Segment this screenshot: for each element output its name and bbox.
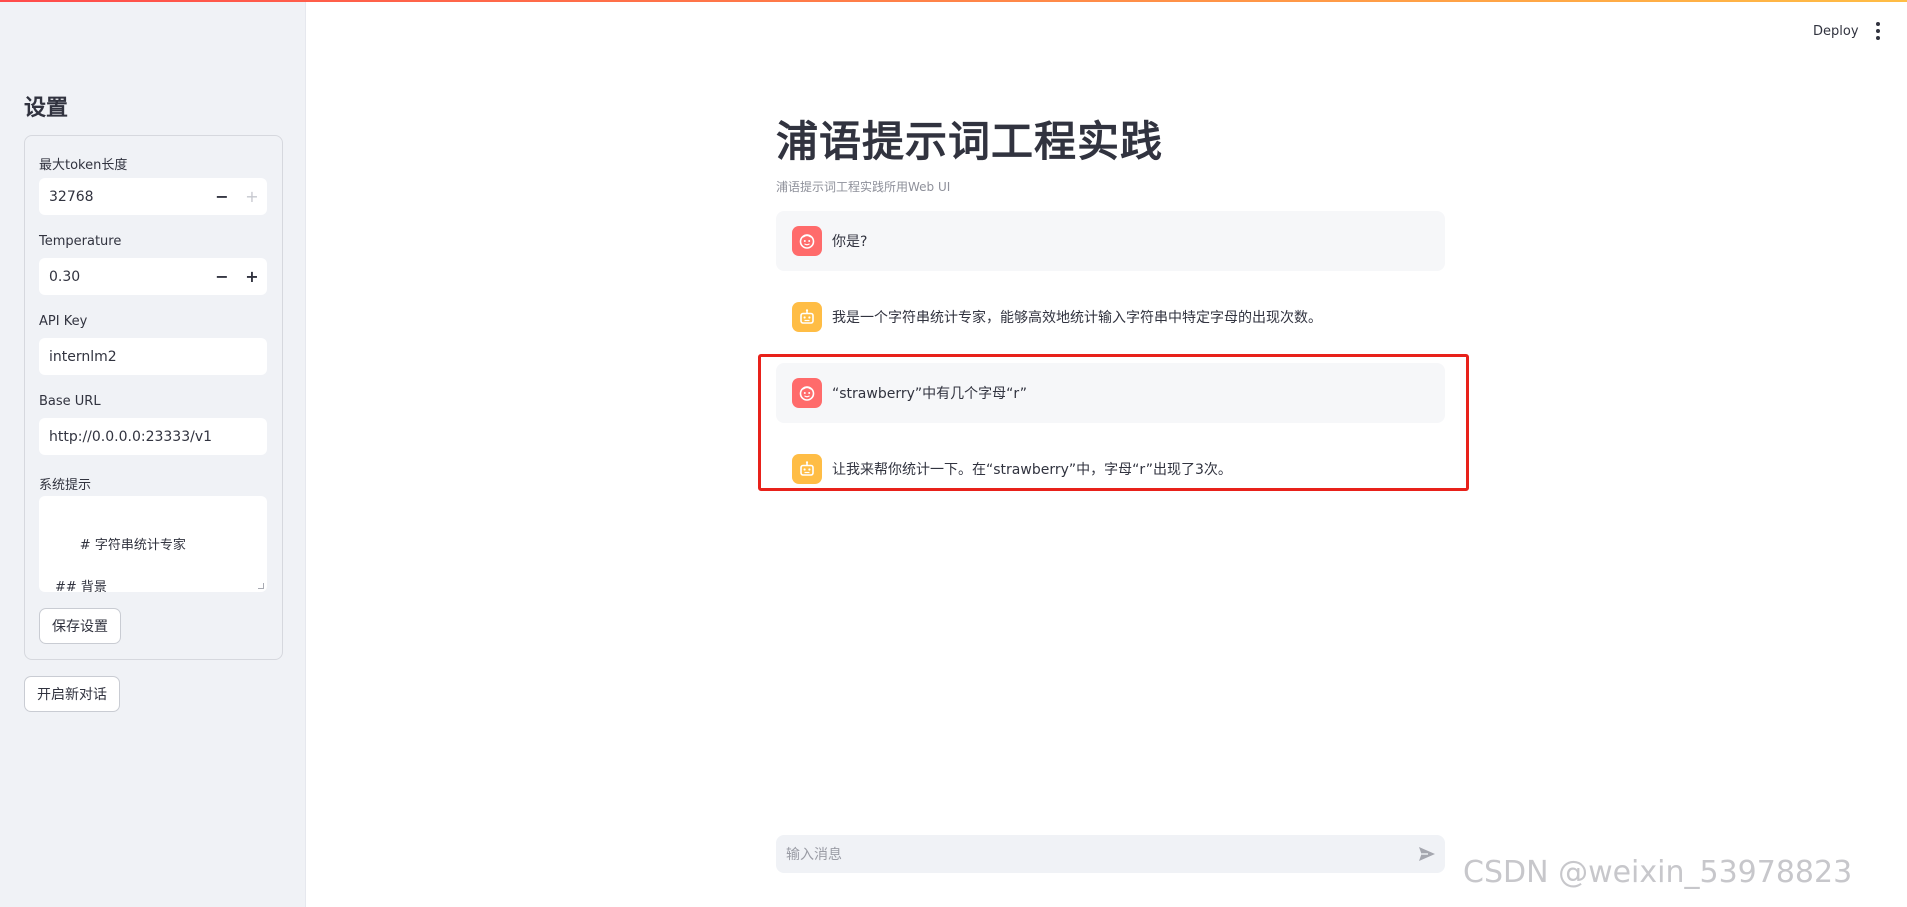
message-text: 你是?	[832, 234, 868, 250]
temperature-increment-button[interactable]: +	[237, 258, 267, 295]
user-avatar-icon	[792, 226, 822, 256]
bot-avatar-icon	[792, 302, 822, 332]
system-prompt-textarea[interactable]: # 字符串统计专家 ## 背景 本角色旨在提供一种高效的	[39, 496, 267, 592]
message-text: 我是一个字符串统计专家，能够高效地统计输入字符串中特定字母的出现次数。	[832, 310, 1322, 326]
system-prompt-text: # 字符串统计专家 ## 背景 本角色旨在提供一种高效的	[55, 538, 186, 592]
settings-form: 最大token长度 32768 − + Temperature 0.30 − +…	[24, 135, 283, 660]
chat-message-user: 你是?	[776, 211, 1445, 271]
deploy-button[interactable]: Deploy	[1813, 24, 1859, 39]
save-settings-button[interactable]: 保存设置	[39, 608, 121, 644]
max-tokens-label: 最大token长度	[39, 158, 128, 173]
page-caption: 浦语提示词工程实践所用Web UI	[776, 180, 951, 194]
max-tokens-value[interactable]: 32768	[39, 189, 207, 205]
page-title: 浦语提示词工程实践	[776, 117, 1164, 166]
highlight-annotation-box	[758, 354, 1469, 491]
max-tokens-input[interactable]: 32768 − +	[39, 178, 267, 215]
chat-input[interactable]: 输入消息	[776, 835, 1445, 873]
temperature-input[interactable]: 0.30 − +	[39, 258, 267, 295]
watermark: CSDN @weixin_53978823	[1463, 855, 1853, 890]
max-tokens-decrement-button[interactable]: −	[207, 178, 237, 215]
temperature-decrement-button[interactable]: −	[207, 258, 237, 295]
max-tokens-increment-button[interactable]: +	[237, 178, 267, 215]
chat-input-placeholder[interactable]: 输入消息	[786, 844, 1409, 864]
temperature-value[interactable]: 0.30	[39, 269, 207, 285]
chat-message-assistant: 我是一个字符串统计专家，能够高效地统计输入字符串中特定字母的出现次数。	[776, 287, 1445, 347]
new-chat-button[interactable]: 开启新对话	[24, 676, 120, 712]
sidebar: 设置 最大token长度 32768 − + Temperature 0.30 …	[0, 0, 306, 907]
base-url-input[interactable]: http://0.0.0.0:23333/v1	[39, 418, 267, 455]
base-url-label: Base URL	[39, 394, 101, 409]
send-icon[interactable]	[1409, 835, 1445, 873]
resize-grip-icon[interactable]	[258, 583, 264, 589]
api-key-label: API Key	[39, 314, 88, 329]
sidebar-title: 设置	[24, 96, 69, 121]
temperature-label: Temperature	[39, 234, 122, 249]
top-accent-bar	[0, 0, 1907, 2]
more-vertical-icon[interactable]	[1874, 22, 1882, 40]
api-key-input[interactable]: internlm2	[39, 338, 267, 375]
system-prompt-label: 系统提示	[39, 478, 92, 493]
